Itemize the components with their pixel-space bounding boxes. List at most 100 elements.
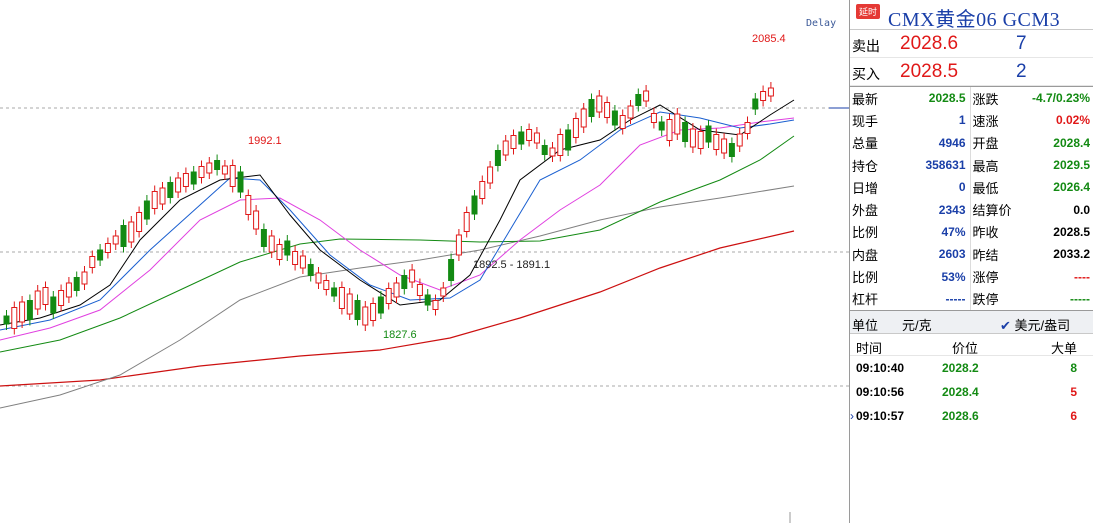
candle-body [323,280,330,290]
candle-body [502,140,509,156]
stat-value: 53% [941,269,966,284]
stat-label: 速涨 [969,109,1020,132]
stat-label: 涨停 [969,265,1020,288]
delay-label: Delay [806,18,837,29]
tick-time: 09:10:57 [856,408,905,423]
delay-badge: 延时 [856,4,881,19]
stats-table: 最新 2028.5 涨跌 -4.7/0.23% 现手 1 速涨 0.02% 总量 4946 开盘 20… [850,87,1093,310]
quote-panel: 延时 CMX黄金06 GCM3 卖出 2028.6 7 买入 2028.5 2 … [849,0,1093,523]
candle-body [580,108,587,128]
candle-body [635,94,642,106]
ticks-list[interactable]: 09:10:40 2028.2 8 09:10:56 2028.4 5 › 09:10:57 2… [850,356,1093,428]
tick-price: 2028.4 [942,384,979,399]
stat-label: 昨结 [969,243,1020,266]
candle-body [736,133,743,147]
candle-body [526,129,533,141]
stat-label: 最新 [852,91,879,107]
candle-body [260,229,267,247]
candlestick-chart[interactable]: Delay 1992.1 1827.6 1892.5 - 1891.1 2085… [0,0,849,523]
candle-body [299,255,306,269]
stat-label[interactable]: 结算价 [969,198,1020,221]
tick-row[interactable]: 09:10:40 2028.2 8 [850,356,1093,380]
candle-body [666,119,673,141]
ask-label: 卖出 [852,38,880,54]
ma120-line [0,230,795,387]
stat-label: 开盘 [969,131,1020,154]
cursor-icon: › [850,408,854,423]
unit-value: 元/克 [902,317,932,333]
candle-body [604,102,611,118]
candle-body [401,275,408,289]
stat-value: 4946 [938,135,966,150]
candle-body [190,171,197,185]
tick-row[interactable]: 09:10:56 2028.4 5 [850,380,1093,404]
instrument-title: CMX黄金06 GCM3 [888,9,1061,31]
candle-body [440,287,447,297]
stat-value: ----- [945,291,966,306]
tick-size: 8 [1070,360,1077,375]
currency-toggle[interactable]: ✔ 美元/盎司 [1000,315,1070,334]
stat-label: 最高 [969,153,1020,177]
candle-body [487,166,494,184]
candle-body [346,293,353,315]
candle-body [728,143,735,157]
candle-body [268,235,275,253]
candle-body [19,301,26,323]
stat-value: ---- [1074,269,1090,284]
tick-time: 09:10:56 [856,384,905,399]
tick-row[interactable]: › 09:10:57 2028.6 6 [850,404,1093,428]
stats-row: 总量 4946 开盘 2028.4 [850,131,1093,154]
candle-body [424,294,431,306]
stats-row: 最新 2028.5 涨跌 -4.7/0.23% [850,87,1093,110]
tick-price: 2028.6 [942,408,979,423]
bid-qty: 2 [1016,61,1027,82]
candle-body [674,113,681,135]
stat-label: 比例 [852,270,879,286]
candle-body [136,212,143,232]
candle-body [416,284,423,296]
currency-toggle-label: 美元/盎司 [1014,317,1071,333]
stats-row: 外盘 2343 结算价 0.0 [850,198,1093,221]
ask-row: 卖出 2028.6 7 [850,30,1093,58]
bid-price: 2028.5 [900,61,959,82]
candle-body [89,256,96,268]
ticks-header: 时间 价位 大单 [850,334,1093,356]
candle-body [159,187,166,205]
candle-body [104,243,111,253]
stat-value: 0.0 [1073,202,1090,217]
candle-body [432,300,439,310]
bid-row: 买入 2028.5 2 [850,58,1093,86]
stat-value: 2028.4 [1053,135,1090,150]
candle-body [463,212,470,232]
candle-body [533,132,540,144]
candle-body [128,221,135,243]
candle-body [713,134,720,150]
high-annotation-2: 2085.4 [752,33,786,45]
stat-value: 0 [958,180,966,195]
candle-body [627,105,634,119]
candle-body [409,269,416,283]
stat-label: 持仓 [852,158,879,174]
stat-value: 0.02% [1055,113,1090,128]
ticks-header-time: 时间 [856,340,883,356]
stat-value: 2343 [938,202,966,217]
ask-qty: 7 [1016,33,1027,54]
stat-label: 最低 [969,176,1020,199]
candle-body [619,115,626,129]
stat-value: 2028.5 [928,91,966,106]
chart-canvas[interactable] [0,0,849,523]
candle-body [682,122,689,142]
candle-body [151,191,158,209]
candle-body [721,138,728,154]
candle-body [370,303,377,321]
candle-body [198,166,205,178]
candle-body [596,95,603,113]
ma40-line [0,135,795,353]
candle-body [73,277,80,291]
candle-body [331,287,338,297]
bid-label: 买入 [852,66,880,82]
candle-body [11,307,18,329]
candle-body [744,122,751,134]
candle-body [42,287,49,305]
candle-body [479,181,486,199]
